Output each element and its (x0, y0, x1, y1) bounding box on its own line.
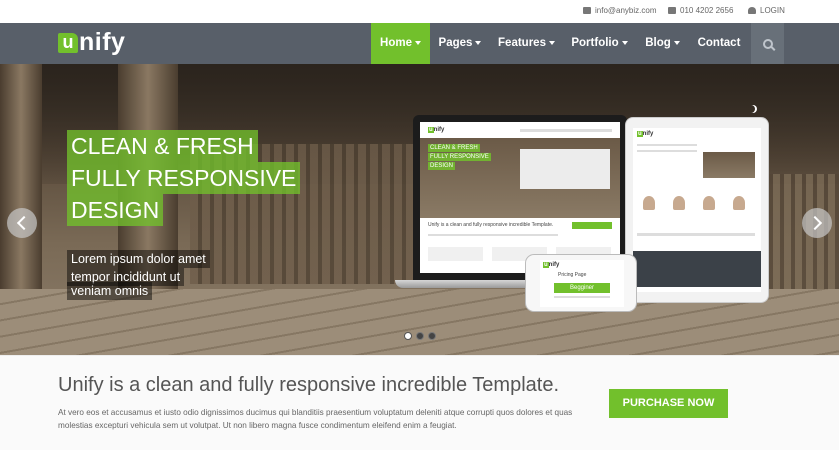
nav-blog[interactable]: Blog (636, 23, 689, 64)
avatar (703, 196, 715, 210)
slider-pagination (404, 332, 436, 340)
nav-pages-label: Pages (438, 37, 473, 49)
hero-headline-line: CLEAN & FRESH (67, 130, 258, 162)
avatar (733, 196, 745, 210)
chevron-down-icon (621, 40, 628, 45)
logo-text: nify (79, 27, 126, 56)
mini-card (428, 247, 483, 261)
nav-contact[interactable]: Contact (689, 23, 749, 64)
nav-contact-label: Contact (697, 37, 741, 49)
login-label[interactable]: LOGIN (760, 6, 785, 15)
slider-prev-button[interactable] (7, 208, 37, 238)
hero-headline-line: FULLY RESPONSIVE (67, 162, 301, 194)
mini-logo: unify (543, 262, 560, 268)
tablet-mockup: unify (625, 117, 769, 303)
nav-blog-label: Blog (645, 37, 671, 49)
mini-line (428, 234, 558, 236)
mini-logo: unify (428, 127, 445, 133)
phone-text: 010 4202 2656 (680, 6, 734, 15)
mini-photo (703, 152, 755, 178)
chevron-down-icon (548, 40, 555, 45)
hero-headline-line: DESIGN (67, 194, 164, 226)
site-logo[interactable]: u nify (58, 27, 126, 57)
laptop-screen: unify CLEAN & FRESH FULLY RESPONSIVE DES… (420, 122, 620, 273)
email-text[interactable]: info@anybiz.com (595, 6, 656, 15)
nav-portfolio-label: Portfolio (571, 37, 619, 49)
slider-dot[interactable] (404, 332, 412, 340)
mini-line (637, 150, 697, 152)
mini-headline: CLEAN & FRESH (428, 144, 480, 152)
search-icon (762, 38, 773, 49)
mini-devices (520, 149, 610, 189)
mini-pricing-title: Pricing Page (558, 272, 587, 278)
login-link[interactable]: LOGIN (748, 6, 785, 15)
moon-icon (747, 105, 755, 113)
purchase-title: Unify is a clean and fully responsive in… (58, 374, 560, 396)
hero-slider: CLEAN & FRESH FULLY RESPONSIVE DESIGN Lo… (0, 64, 839, 355)
mini-line (637, 144, 697, 146)
mini-logos (637, 233, 755, 236)
phone-mockup: unify Pricing Page Begginer (525, 254, 637, 312)
mini-headline: DESIGN (428, 162, 456, 170)
phone-screen: unify Pricing Page Begginer (540, 260, 624, 307)
logo-mark: u (58, 33, 78, 53)
purchase-now-button[interactable]: PURCHASE NOW (609, 389, 728, 418)
envelope-icon (583, 7, 591, 14)
nav-portfolio[interactable]: Portfolio (563, 23, 636, 64)
chevron-down-icon (673, 40, 680, 45)
slider-dot[interactable] (428, 332, 436, 340)
user-icon (748, 7, 756, 14)
mini-nav (520, 129, 612, 132)
contact-email[interactable]: info@anybiz.com (583, 6, 656, 15)
mini-plan: Begginer (554, 283, 610, 293)
slider-next-button[interactable] (802, 208, 832, 238)
nav-pages[interactable]: Pages (430, 23, 490, 64)
nav-home-label: Home (380, 37, 412, 49)
main-navbar: u nify Home Pages Features Portfolio Blo… (0, 23, 839, 64)
avatar (673, 196, 685, 210)
avatar (643, 196, 655, 210)
chevron-down-icon (475, 40, 482, 45)
hero-subtext-line: veniam omnis (67, 282, 153, 300)
hero-subtext-line: Lorem ipsum dolor amet (67, 250, 210, 268)
mini-headline: FULLY RESPONSIVE (428, 153, 491, 161)
mini-footer (633, 251, 761, 287)
purchase-section: Unify is a clean and fully responsive in… (0, 355, 839, 450)
nav-features[interactable]: Features (490, 23, 563, 64)
contact-phone: 010 4202 2656 (668, 6, 733, 15)
search-button[interactable] (751, 23, 784, 64)
mini-line (554, 296, 610, 298)
nav-features-label: Features (498, 37, 546, 49)
slider-dot[interactable] (416, 332, 424, 340)
purchase-description: At vero eos et accusamus et iusto odio d… (58, 408, 573, 430)
chevron-down-icon (414, 40, 421, 45)
tablet-screen: unify (633, 128, 761, 292)
phone-icon (668, 7, 676, 14)
mini-button (572, 222, 612, 229)
mini-logo: unify (637, 131, 654, 137)
mini-tagline: Unify is a clean and fully responsive in… (428, 222, 554, 228)
top-bar: info@anybiz.com 010 4202 2656 LOGIN (0, 0, 839, 23)
nav-home[interactable]: Home (371, 23, 430, 64)
